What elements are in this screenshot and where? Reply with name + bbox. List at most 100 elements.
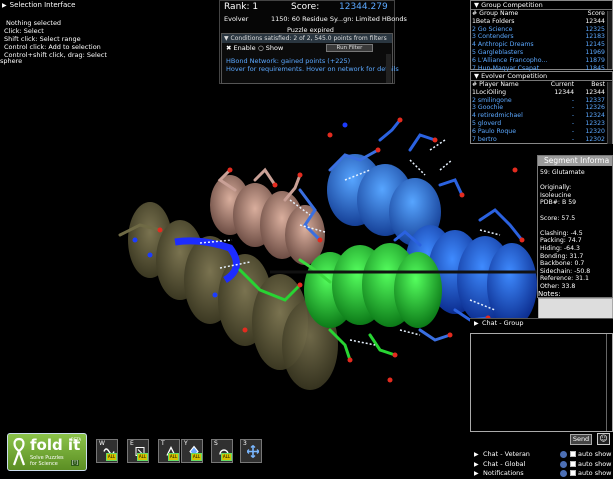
conditions-scrollbar[interactable] [386, 54, 391, 83]
expand-triangle-icon: ▶ [474, 451, 479, 458]
segment-info-line: Other: 33.8 [540, 283, 576, 290]
chat-log[interactable] [470, 333, 613, 432]
column-header[interactable]: # Player Name [471, 81, 541, 89]
group-name-cell: 2 Go Science [472, 25, 513, 33]
conditions-header[interactable]: ▼ Conditions satisfied: 2 of 2, 545.0 po… [222, 34, 392, 43]
move-tool-button[interactable]: 3 [240, 439, 262, 463]
player-current-cell: - [571, 127, 575, 135]
player-current-cell: - [571, 104, 575, 112]
group-name-cell: 1Beta Folders [472, 17, 515, 25]
selection-line: Control click: Add to selection [4, 43, 101, 51]
segment-info-line: Score: 57.5 [540, 214, 576, 222]
segment-info-line: Isoleucine [540, 191, 572, 199]
table-row[interactable]: 6 Paulo Roque -12320 [471, 128, 612, 136]
expand-triangle-icon: ▶ [474, 320, 479, 327]
foldit-logo[interactable]: fold it BETA Solve Puzzles for Science [… [7, 433, 87, 471]
auto-show-checkbox[interactable] [570, 461, 576, 467]
awareness-ribbon-icon [12, 437, 26, 466]
expand-triangle-icon: ▶ [474, 470, 479, 477]
table-row[interactable]: 5 Gargleblasters 11969 [471, 49, 612, 57]
column-header[interactable]: Current [541, 81, 575, 89]
score-value: 12344.279 [339, 2, 388, 12]
table-row[interactable]: 3 Contenders 12183 [471, 33, 612, 41]
player-current-cell: 12344 [554, 88, 575, 96]
segment-information-header[interactable]: Segment Informa [538, 156, 612, 166]
player-current-cell: - [571, 96, 575, 104]
help-icon[interactable]: ☺ [597, 433, 610, 445]
show-radio[interactable]: ○ Show [258, 44, 283, 52]
player-name-cell: 1LociOiling [472, 88, 507, 96]
table-row[interactable]: 4 retiredmichael -12324 [471, 112, 612, 120]
selection-line: Nothing selected [6, 19, 62, 27]
segment-info-line: Bonding: 31.7 [540, 252, 584, 260]
send-button[interactable]: Send [570, 434, 592, 445]
segment-information-panel: Segment Informa 59: Glutamate Originally:… [537, 155, 613, 298]
player-name-cell: 5 gloverd [472, 119, 502, 127]
chat-channel-global[interactable]: ▶ Chat - Global auto show [470, 460, 613, 469]
tweak-tool-button[interactable]: T ALL [158, 439, 180, 463]
selection-interface-panel: ▶ Selection Interface Nothing selected Cl… [0, 0, 119, 66]
table-row[interactable]: 1Beta Folders 12344 [471, 18, 612, 26]
mutate-tool-button[interactable]: Y ALL [181, 439, 203, 463]
table-row[interactable]: 6 L'Alliance Francopho... 11879 [471, 57, 612, 65]
selection-line: Click: Select [4, 27, 44, 35]
run-filter-button[interactable]: Run Filter [326, 44, 373, 52]
selection-interface-title[interactable]: ▶ Selection Interface [2, 1, 75, 9]
selection-line: sphere [0, 57, 23, 65]
all-badge: ALL [191, 453, 202, 461]
info-icon[interactable] [560, 461, 567, 468]
table-row[interactable]: 1LociOiling 12344 12344 [471, 89, 612, 97]
group-competition-panel: ▼ Group Competition # Group Name Score 1… [470, 0, 613, 72]
evolver-competition-table: # Player Name Current Best 1LociOiling 12… [471, 81, 612, 143]
group-competition-header[interactable]: ▼ Group Competition [471, 1, 612, 10]
chat-group-tab[interactable]: ▶ Chat - Group [470, 318, 613, 327]
group-name-cell: 3 Contenders [472, 33, 514, 41]
wiggle-tool-button[interactable]: W ALL [96, 439, 118, 463]
table-row[interactable]: 7 bertro -12302 [471, 136, 612, 144]
segment-info-line: Clashing: -4.5 [540, 229, 583, 237]
auto-show-checkbox[interactable] [570, 451, 576, 457]
table-row[interactable]: 2 Go Science 12325 [471, 26, 612, 34]
chat-scrollbar[interactable] [606, 334, 612, 431]
table-row[interactable]: 2 smilingone -12337 [471, 97, 612, 105]
player-name: Evolver [224, 15, 249, 23]
player-name-cell: 2 smilingone [472, 96, 512, 104]
segment-info-line: Sidechain: -50.8 [540, 267, 591, 275]
collapse-triangle-icon[interactable]: ▶ [2, 2, 7, 9]
enable-checkbox[interactable]: ✖ Enable [226, 44, 256, 52]
logo-tagline: for Science [30, 461, 58, 467]
player-current-cell: - [571, 135, 575, 143]
evolver-scrollbar[interactable] [607, 82, 612, 144]
hbond-network-message: HBond Network: gained points (+225) [226, 57, 351, 65]
rank-label: Rank: 1 [224, 2, 259, 12]
segment-info-line: Reference: 31.1 [540, 275, 589, 283]
player-name-cell: 4 retiredmichael [472, 112, 523, 120]
group-name-cell: 6 L'Alliance Francopho... [472, 56, 548, 64]
segment-info-line: Hiding: -64.3 [540, 245, 580, 252]
segment-info-line: Originally: [540, 184, 572, 192]
all-badge: ALL [106, 453, 117, 461]
info-icon[interactable] [560, 470, 567, 477]
table-row[interactable]: 4 Anthropic Dreams 12145 [471, 41, 612, 49]
table-row[interactable]: 5 gloverd -12323 [471, 120, 612, 128]
score-label: Score: [291, 2, 320, 12]
auto-show-checkbox[interactable] [570, 470, 576, 476]
evolver-competition-header[interactable]: ▼ Evolver Competition [471, 72, 612, 81]
chat-channel-veteran[interactable]: ▶ Chat - Veteran auto show [470, 450, 613, 459]
table-header-row: # Player Name Current Best [471, 81, 612, 89]
rebuild-tool-button[interactable]: S ALL [211, 439, 233, 463]
player-name-cell: 7 bertro [472, 135, 497, 143]
column-header[interactable]: # Group Name [471, 10, 575, 18]
chat-channel-notifications[interactable]: ▶ Notifications auto show [470, 469, 613, 478]
player-current-cell: - [571, 112, 575, 120]
player-name-cell: 6 Paulo Roque [472, 127, 517, 135]
segment-info-line: Packing: 74.7 [540, 237, 582, 245]
logo-badge: [!] [71, 460, 79, 466]
table-row[interactable]: 3 Goochie -12326 [471, 104, 612, 112]
shake-tool-button[interactable]: E ALL [127, 439, 149, 463]
info-icon[interactable] [560, 451, 567, 458]
group-competition-table: # Group Name Score 1Beta Folders 12344 2 G… [471, 10, 612, 72]
group-scrollbar[interactable] [607, 11, 612, 69]
puzzle-title: 1150: 60 Residue Sy...gn: Limited HBonds [271, 15, 407, 23]
helix-green[interactable] [304, 243, 442, 328]
